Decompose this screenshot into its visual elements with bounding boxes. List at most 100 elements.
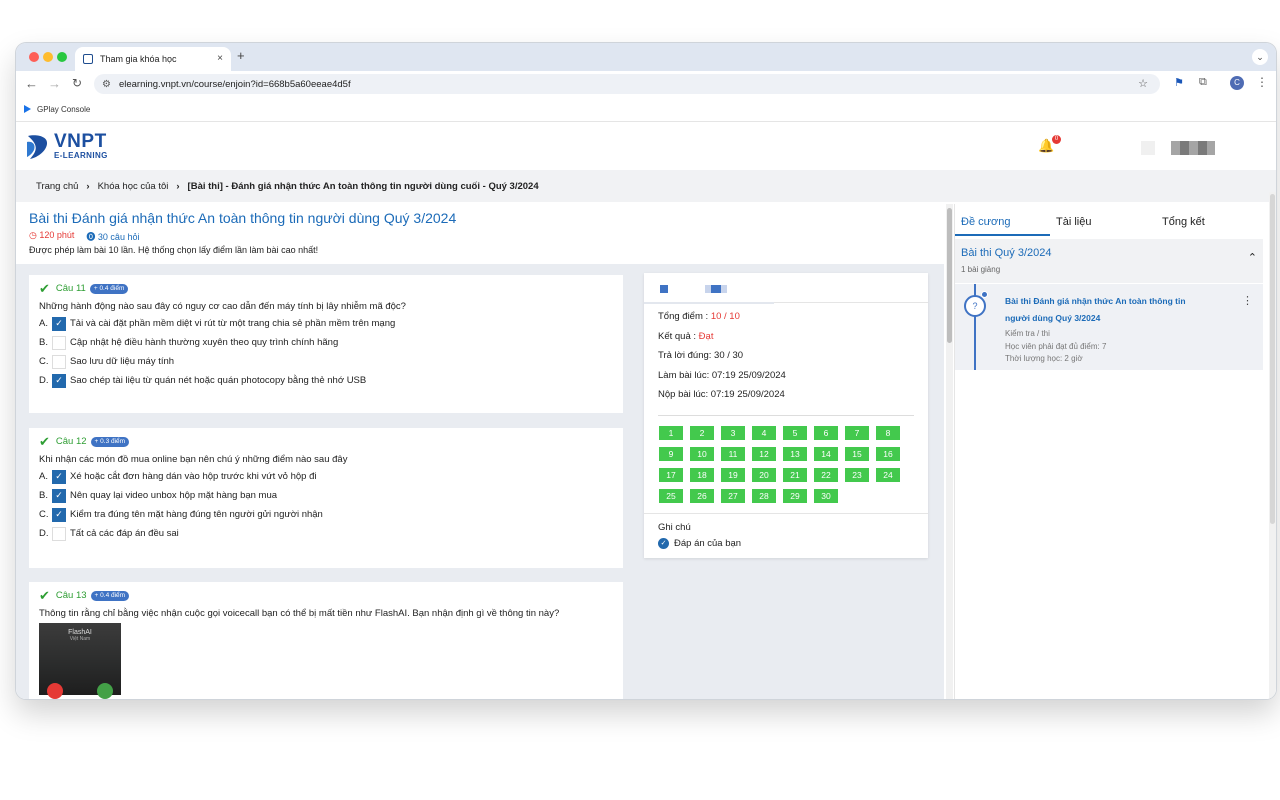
option-letter: C.: [39, 509, 49, 520]
result-panel: Tổng điểm : 10 / 10 Kết quả : Đạt Trả lờ…: [644, 273, 928, 558]
site-settings-icon[interactable]: ⚙: [102, 79, 111, 90]
maximize-window-dot[interactable]: [57, 52, 67, 62]
breadcrumb-home[interactable]: Trang chủ: [36, 181, 78, 192]
legend-note: Ghi chú ✓ Đáp án của bạn: [644, 514, 928, 557]
question-number-button[interactable]: 21: [783, 467, 807, 482]
lesson-title[interactable]: Bài thi Đánh giá nhận thức An toàn thông…: [1005, 293, 1205, 327]
question-number-button[interactable]: 25: [659, 488, 683, 503]
question-number-button[interactable]: 16: [876, 446, 900, 461]
question-number-button[interactable]: 13: [783, 446, 807, 461]
question-number-button[interactable]: 4: [752, 425, 776, 440]
option-row[interactable]: C. Sao lưu dữ liệu máy tính: [39, 354, 613, 369]
question-number-button[interactable]: 6: [814, 425, 838, 440]
question-number-button[interactable]: 9: [659, 446, 683, 461]
checkbox-unchecked[interactable]: [52, 526, 66, 541]
translate-icon[interactable]: ⚑: [1174, 76, 1184, 89]
total-score-label: Tổng điểm :: [658, 311, 711, 322]
tab-documents[interactable]: Tài liệu: [1056, 216, 1091, 228]
bookmarks-bar: GPlay Console: [16, 97, 1276, 121]
tab-search-icon[interactable]: ⌄: [1252, 49, 1268, 65]
question-number-button[interactable]: 15: [845, 446, 869, 461]
checkbox-checked[interactable]: ✓: [52, 507, 66, 522]
question-number-button[interactable]: 2: [690, 425, 714, 440]
question-number-button[interactable]: 11: [721, 446, 745, 461]
user-avatar[interactable]: [1141, 141, 1155, 155]
attempt-note: Được phép làm bài 10 lần. Hệ thống chọn …: [29, 245, 319, 255]
question-number-button[interactable]: 14: [814, 446, 838, 461]
question-number-button[interactable]: 24: [876, 467, 900, 482]
checkbox-unchecked[interactable]: [52, 335, 66, 350]
bookmark-star-icon[interactable]: ☆: [1138, 77, 1148, 90]
site-logo[interactable]: VNPT E-LEARNING: [26, 132, 108, 160]
back-icon[interactable]: ←: [25, 76, 38, 91]
reload-icon[interactable]: ↻: [72, 76, 82, 90]
user-name-redacted[interactable]: [1171, 141, 1215, 155]
accept-call-icon: [97, 683, 113, 699]
option-row[interactable]: A. ✓ Tải và cài đặt phần mềm diệt vi rút t…: [39, 316, 613, 331]
new-tab-icon[interactable]: +: [237, 48, 245, 63]
question-number-button[interactable]: 30: [814, 488, 838, 503]
chevron-up-icon[interactable]: ⌃: [1248, 251, 1257, 264]
checkbox-checked[interactable]: ✓: [52, 488, 66, 503]
address-bar[interactable]: ⚙ elearning.vnpt.vn/course/enjoin?id=668…: [94, 74, 1160, 94]
question-number-button[interactable]: 22: [814, 467, 838, 482]
question-number-button[interactable]: 10: [690, 446, 714, 461]
option-row[interactable]: A. ✓ Xé hoặc cắt đơn hàng dán vào hộp trướ…: [39, 469, 613, 484]
option-row[interactable]: D. Tất cả các đáp án đều sai: [39, 526, 613, 541]
browser-tab[interactable]: Tham gia khóa học ×: [75, 47, 231, 71]
exam-main: Bài thi Đánh giá nhận thức An toàn thông…: [16, 204, 944, 699]
option-row[interactable]: C. ✓ Kiểm tra đúng tên mặt hàng đúng tên n…: [39, 507, 613, 522]
minimize-window-dot[interactable]: [43, 52, 53, 62]
chevron-right-icon: ›: [176, 180, 180, 192]
question-number-button[interactable]: 29: [783, 488, 807, 503]
question-number-button[interactable]: 8: [876, 425, 900, 440]
page-scrollbar-thumb[interactable]: [1270, 194, 1275, 524]
question-number-button[interactable]: 27: [721, 488, 745, 503]
question-number-grid: 1 2 3 4 5 6 7 8 9 10 11 12 13 14 15 16 17 18 19 20 21 22 23 24 2…: [644, 425, 928, 503]
question-number-button[interactable]: 19: [721, 467, 745, 482]
breadcrumb-my-courses[interactable]: Khóa học của tôi: [98, 181, 169, 192]
checkbox-unchecked[interactable]: [52, 354, 66, 369]
correct-check-icon: ✔: [39, 433, 50, 449]
breadcrumb-current: [Bài thi] - Đánh giá nhận thức An toàn t…: [187, 180, 539, 192]
note-item-text: Đáp án của bạn: [674, 537, 742, 549]
bookmark-gplay-console[interactable]: GPlay Console: [37, 105, 90, 114]
question-number-button[interactable]: 1: [659, 425, 683, 440]
option-letter: C.: [39, 356, 49, 367]
close-tab-icon[interactable]: ×: [217, 53, 223, 64]
notification-badge: 0: [1052, 135, 1061, 144]
correct-check-icon: ✔: [39, 280, 50, 296]
question-number-button[interactable]: 26: [690, 488, 714, 503]
lesson-more-icon[interactable]: ⋮: [1242, 294, 1253, 307]
question-number-button[interactable]: 17: [659, 467, 683, 482]
question-number-button[interactable]: 3: [721, 425, 745, 440]
question-number-button[interactable]: 5: [783, 425, 807, 440]
option-row[interactable]: D. ✓ Sao chép tài liệu từ quán nét hoặc qu…: [39, 373, 613, 388]
profile-avatar[interactable]: C: [1230, 76, 1244, 90]
close-window-dot[interactable]: [29, 52, 39, 62]
forward-icon[interactable]: →: [48, 76, 61, 91]
checkbox-checked[interactable]: ✓: [52, 469, 66, 484]
result-tab-1[interactable]: [660, 285, 668, 293]
checkbox-checked[interactable]: ✓: [52, 373, 66, 388]
tab-summary[interactable]: Tổng kết: [1162, 216, 1205, 228]
checkbox-checked[interactable]: ✓: [52, 316, 66, 331]
question-number-button[interactable]: 7: [845, 425, 869, 440]
option-row[interactable]: B. Cập nhật hệ điều hành thường xuyên the…: [39, 335, 613, 350]
lesson-item[interactable]: ? Bài thi Đánh giá nhận thức An toàn thô…: [955, 284, 1263, 370]
question-number-button[interactable]: 12: [752, 446, 776, 461]
question-number-button[interactable]: 20: [752, 467, 776, 482]
result-tab-2[interactable]: [705, 285, 727, 293]
result-tabs: [644, 273, 928, 304]
course-section[interactable]: Bài thi Quý 3/2024 1 bài giảng ⌃: [955, 239, 1263, 283]
option-row[interactable]: B. ✓ Nên quay lại video unbox hộp mặt hàng…: [39, 488, 613, 503]
question-number-button[interactable]: 23: [845, 467, 869, 482]
browser-menu-icon[interactable]: ⋮: [1256, 75, 1268, 89]
progress-dot-icon: [981, 291, 988, 298]
tab-outline[interactable]: Đề cương: [961, 216, 1010, 228]
question-number-button[interactable]: 18: [690, 467, 714, 482]
question-card: ✔ Câu 12 + 0.3 điểm Khi nhận các món đồ mu…: [29, 428, 623, 568]
question-number-button[interactable]: 28: [752, 488, 776, 503]
extensions-icon[interactable]: ⧉: [1199, 76, 1207, 89]
main-scrollbar-thumb[interactable]: [947, 208, 952, 343]
